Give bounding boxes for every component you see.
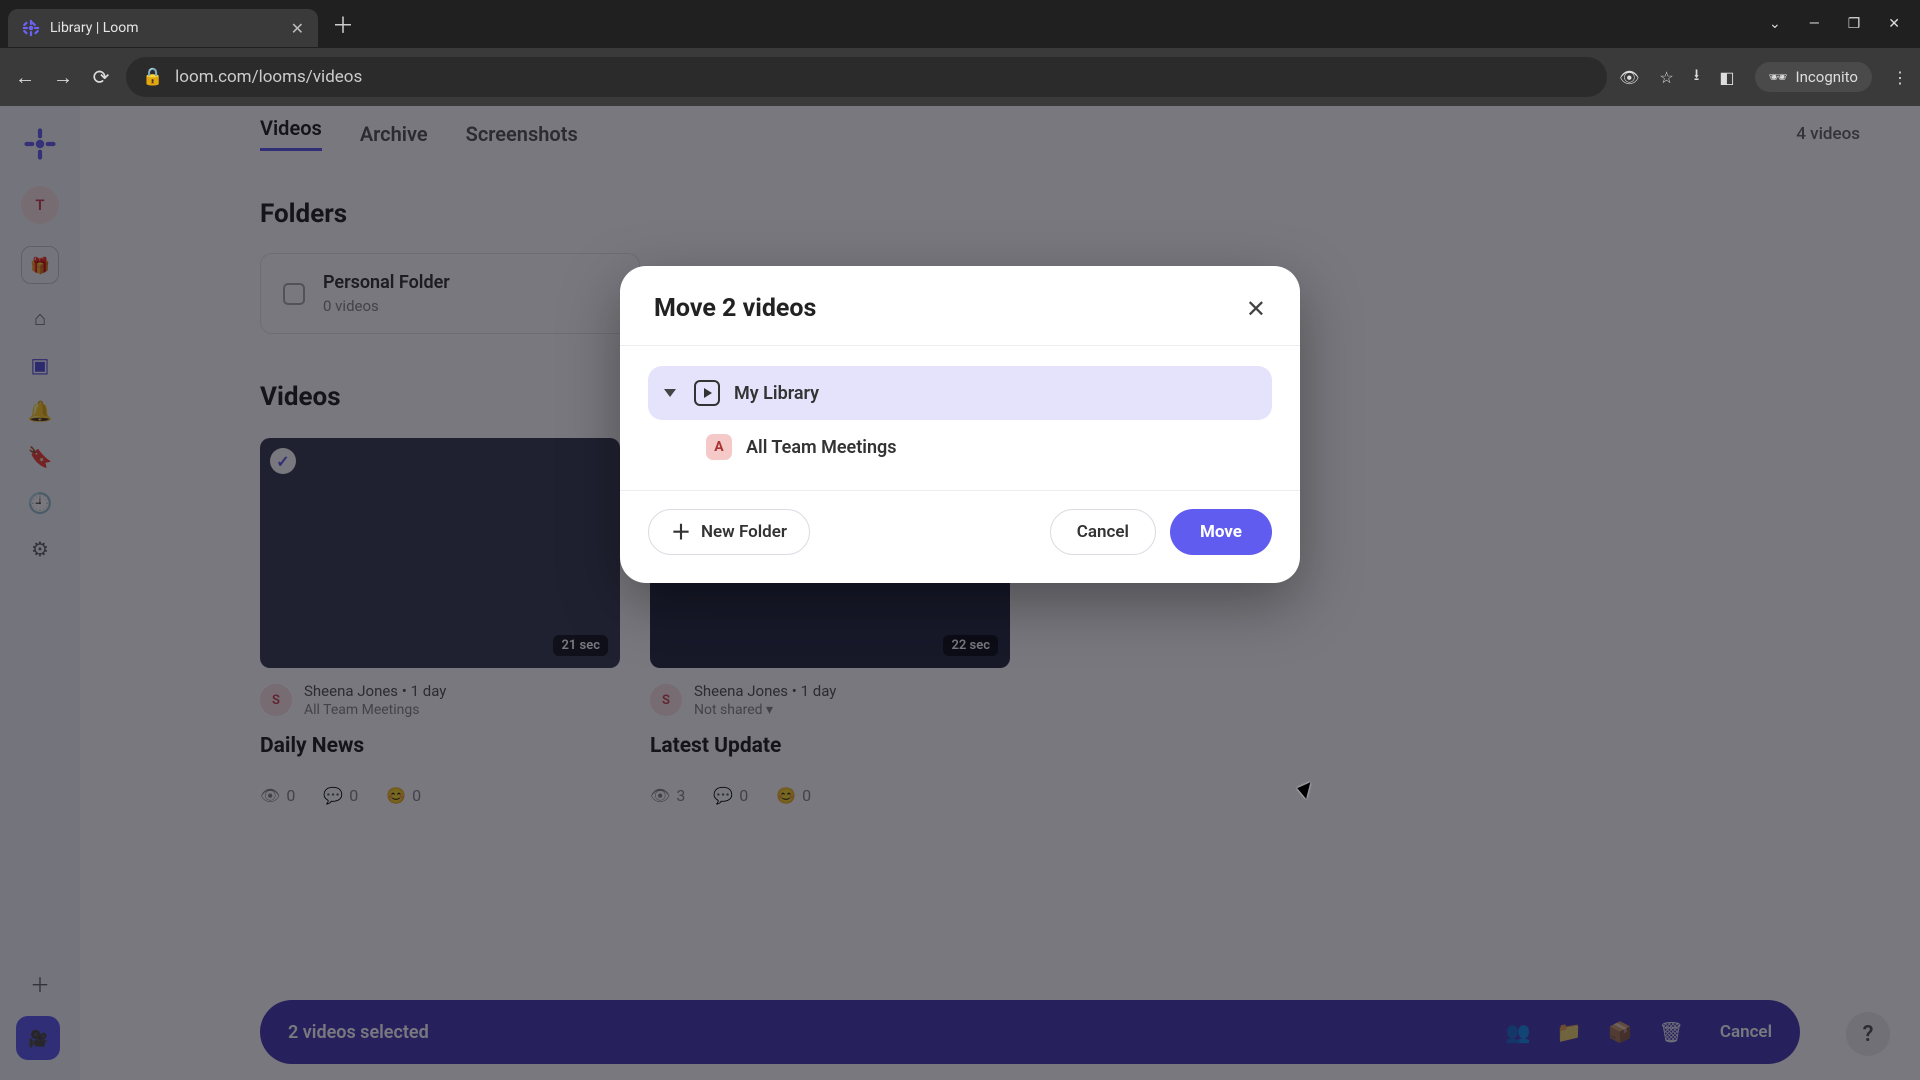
move-label: Move [1200,522,1242,542]
tab-title: Library | Loom [50,20,281,36]
cancel-label: Cancel [1077,522,1129,542]
tab-close-icon[interactable]: ✕ [291,19,304,38]
lock-icon: 🔒 [142,67,163,87]
library-folder-icon [694,380,720,406]
maximize-icon[interactable]: ❐ [1848,16,1861,32]
new-tab-button[interactable]: ＋ [332,8,354,40]
cancel-button[interactable]: Cancel [1050,509,1156,555]
new-folder-button[interactable]: ＋ New Folder [648,509,810,555]
folder-label: My Library [734,383,819,404]
new-folder-label: New Folder [701,522,787,542]
folder-row-my-library[interactable]: My Library [648,366,1272,420]
loom-favicon-icon [22,19,40,37]
move-button[interactable]: Move [1170,509,1272,555]
downloads-icon[interactable]: ⭳ [1694,64,1700,91]
address-bar: ← → ⟳ 🔒 loom.com/looms/videos 👁 ☆ ⭳ ◧ 🕶 … [0,48,1920,106]
url-text: loom.com/looms/videos [175,67,1591,87]
folder-row-team-meetings[interactable]: A All Team Meetings [690,420,1272,474]
move-modal: Move 2 videos ✕ My Library A All Team Me… [620,266,1300,583]
modal-footer: ＋ New Folder Cancel Move [620,490,1300,583]
app-viewport: T 🎁 ⌂ ▣ 🔔 🔖 🕘 ⚙ ＋ A 🎥 Videos Archive Scr… [0,106,1920,1080]
modal-close-button[interactable]: ✕ [1246,295,1266,323]
side-panel-icon[interactable]: ◧ [1719,68,1734,87]
badge-initial: A [714,439,723,455]
plus-icon: ＋ [671,522,691,542]
forward-icon[interactable]: → [50,65,76,90]
back-icon[interactable]: ← [12,65,38,90]
modal-title: Move 2 videos [654,294,816,323]
tab-bar: Library | Loom ✕ ＋ ⌄ — ❐ ✕ [0,0,1920,48]
minimize-icon[interactable]: — [1809,16,1820,32]
incognito-icon: 🕶 [1769,68,1788,86]
url-input[interactable]: 🔒 loom.com/looms/videos [126,57,1607,97]
modal-backdrop: Move 2 videos ✕ My Library A All Team Me… [0,106,1920,1080]
tabs-dropdown-icon[interactable]: ⌄ [1769,16,1781,32]
folder-badge-icon: A [706,434,732,460]
reload-icon[interactable]: ⟳ [88,65,114,89]
incognito-label: Incognito [1796,68,1858,86]
incognito-badge[interactable]: 🕶 Incognito [1755,62,1873,92]
bookmark-star-icon[interactable]: ☆ [1659,68,1673,87]
caret-down-icon[interactable] [664,389,676,397]
window-controls: ⌄ — ❐ ✕ [1769,16,1912,32]
folder-list: My Library A All Team Meetings [620,346,1300,490]
close-window-icon[interactable]: ✕ [1888,16,1900,32]
browser-tab[interactable]: Library | Loom ✕ [8,9,318,47]
browser-chrome: Library | Loom ✕ ＋ ⌄ — ❐ ✕ ← → ⟳ 🔒 loom.… [0,0,1920,106]
kebab-menu-icon[interactable]: ⋮ [1892,68,1908,87]
folder-label: All Team Meetings [746,437,897,458]
tracking-icon[interactable]: 👁 [1619,68,1639,87]
